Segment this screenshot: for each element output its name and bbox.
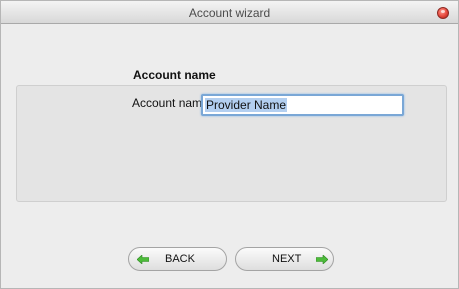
- back-button-label: BACK: [165, 253, 195, 265]
- close-icon[interactable]: [437, 7, 449, 19]
- left-arrow-icon: [137, 255, 149, 264]
- right-arrow-icon: [316, 255, 328, 264]
- account-name-value[interactable]: Provider Name: [205, 98, 288, 112]
- next-button-label: NEXT: [272, 253, 302, 265]
- window-title: Account wizard: [188, 6, 271, 20]
- account-name-input[interactable]: Provider Name: [201, 94, 404, 116]
- account-wizard-window: Account wizard Account name Account name…: [0, 0, 459, 289]
- title-bar[interactable]: Account wizard: [1, 1, 458, 24]
- back-button[interactable]: BACK: [128, 247, 227, 271]
- next-button[interactable]: NEXT: [235, 247, 334, 271]
- account-name-label: Account name: [132, 96, 209, 110]
- section-title: Account name: [133, 68, 216, 82]
